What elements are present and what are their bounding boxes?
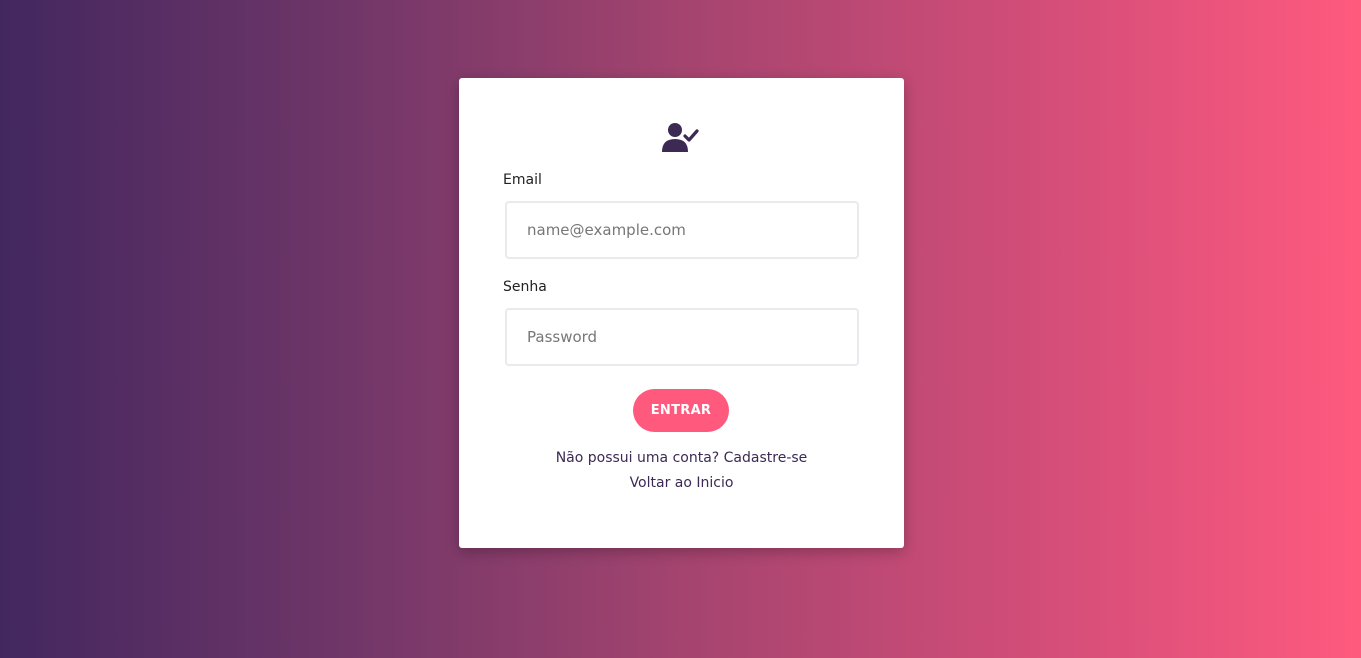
password-input[interactable] bbox=[505, 308, 859, 366]
submit-button[interactable]: ENTRAR bbox=[633, 389, 729, 432]
back-home-link[interactable]: Voltar ao Inicio bbox=[459, 475, 904, 491]
email-label: Email bbox=[503, 172, 542, 188]
user-check-icon bbox=[662, 122, 700, 154]
password-label: Senha bbox=[503, 279, 547, 295]
login-card: Email Senha ENTRAR Não possui uma conta?… bbox=[459, 78, 904, 548]
signup-link[interactable]: Não possui uma conta? Cadastre-se bbox=[459, 450, 904, 466]
email-input[interactable] bbox=[505, 201, 859, 259]
